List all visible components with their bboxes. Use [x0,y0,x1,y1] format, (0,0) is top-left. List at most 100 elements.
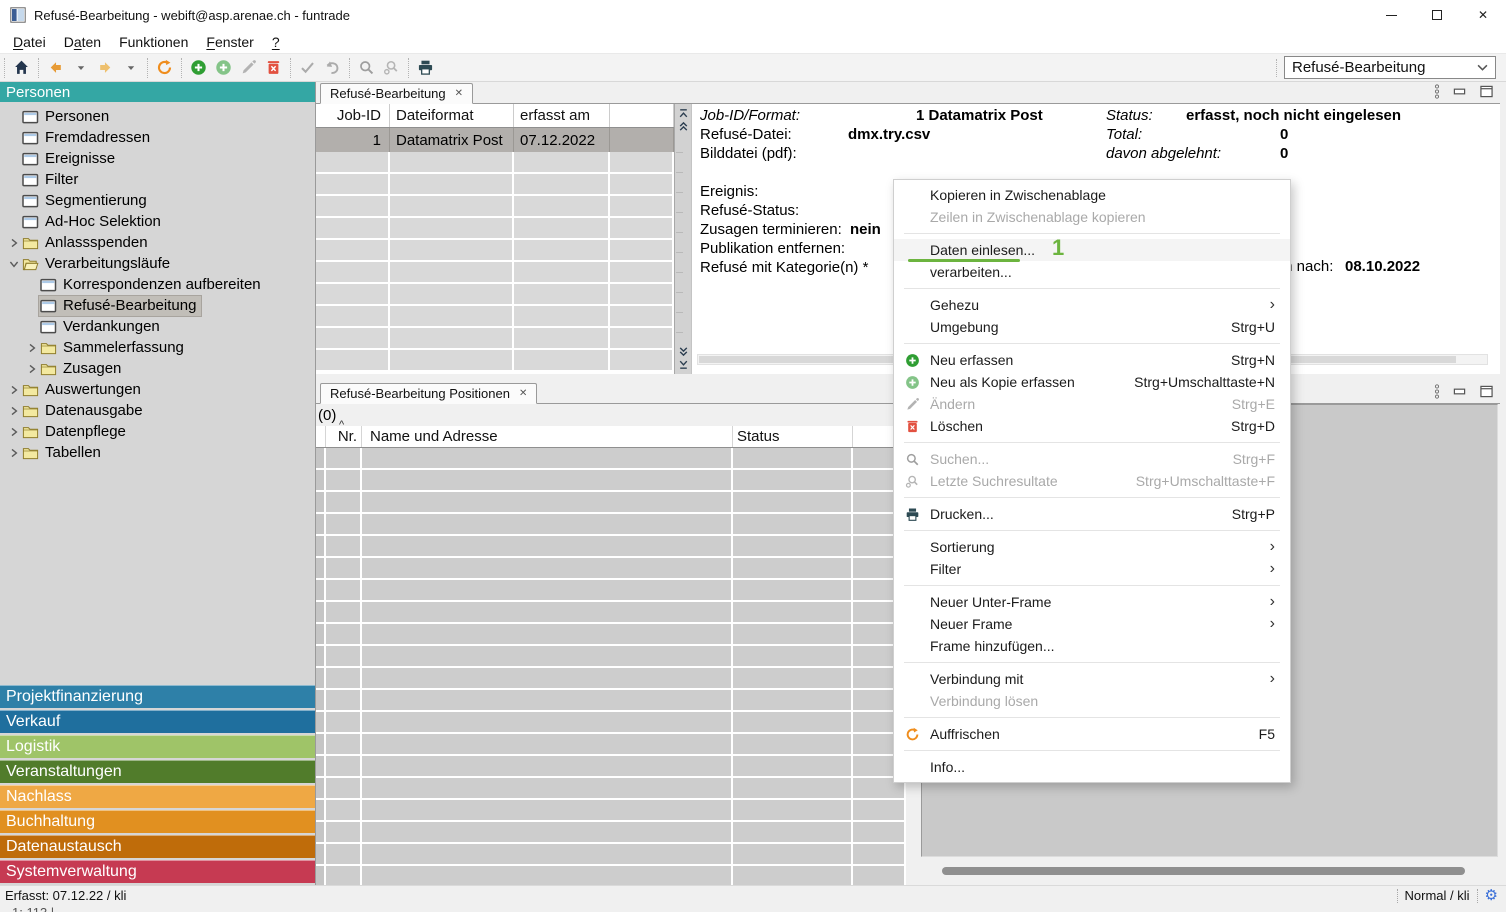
menu-item-neuer-frame[interactable]: Neuer Frame› [894,613,1290,635]
table-row-selected[interactable]: 1Datamatrix Post07.12.2022 [316,128,674,152]
new-button[interactable] [186,56,211,80]
menu-item-drucken[interactable]: Drucken...Strg+P [894,503,1290,525]
tab-refuse-bearbeitung-positionen[interactable]: Refusé-Bearbeitung Positionen ✕ [320,383,537,404]
menu-item-l-schen[interactable]: LöschenStrg+D [894,415,1290,437]
menu-item[interactable]: ? [263,32,289,52]
sidebar-section-personen[interactable]: Personen [0,82,315,102]
column-header-job-id[interactable]: Job-ID [316,104,390,127]
tree-item-fremdadressen[interactable]: Fremdadressen [0,127,315,148]
tree-item-personen[interactable]: Personen [0,106,315,127]
tree-item-segmentierung[interactable]: Segmentierung [0,190,315,211]
delete-button[interactable] [261,56,286,80]
panel-maximize-icon[interactable] [1479,85,1494,98]
new-copy-button[interactable] [211,56,236,80]
menu-daten[interactable]: Daten [55,32,110,52]
scroll-top-icon[interactable] [678,107,689,120]
tree-item-ad-hoc-selektion[interactable]: Ad-Hoc Selektion [0,211,315,232]
menu-item-umgebung[interactable]: UmgebungStrg+U [894,316,1290,338]
tree-item-filter[interactable]: Filter [0,169,315,190]
back-button[interactable] [43,56,68,80]
scroll-bottom-icon[interactable] [678,358,689,371]
last-search-button[interactable] [379,56,404,80]
panel-maximize-icon[interactable] [1479,385,1494,398]
column-header-erfasst-am[interactable]: erfasst am [514,104,610,127]
tree-item-ereignisse[interactable]: Ereignisse [0,148,315,169]
menu-funktionen[interactable]: Funktionen [110,32,197,52]
minimize-button[interactable] [1368,0,1414,30]
menu-item-info[interactable]: Info... [894,756,1290,778]
chevron-right-icon[interactable] [6,406,21,416]
close-icon[interactable]: ✕ [519,388,527,399]
section-systemverwaltung[interactable]: Systemverwaltung [0,860,315,883]
menu-item-neuer-unter-frame[interactable]: Neuer Unter-Frame› [894,591,1290,613]
forward-button[interactable] [93,56,118,80]
refresh-button[interactable] [152,56,177,80]
positions-hscrollbar[interactable] [931,867,1482,877]
menu-item-gehezu[interactable]: Gehezu› [894,294,1290,316]
tree-item-anlassspenden[interactable]: Anlassspenden [0,232,315,253]
section-projektfinanzierung[interactable]: Projektfinanzierung [0,685,315,708]
page-down-icon[interactable] [678,345,689,358]
menu-item-kopieren-in-zwischenablage[interactable]: Kopieren in Zwischenablage [894,184,1290,206]
tree-item-verdankungen[interactable]: Verdankungen [0,316,315,337]
panel-minimize-icon[interactable] [1452,385,1467,398]
context-selector[interactable]: Refusé-Bearbeitung [1284,56,1496,79]
panel-minimize-icon[interactable] [1452,85,1467,98]
section-veranstaltungen[interactable]: Veranstaltungen [0,760,315,783]
menu-item-frame-hinzuf-gen[interactable]: Frame hinzufügen... [894,635,1290,657]
menu-item-filter[interactable]: Filter› [894,558,1290,580]
tree-item-zusagen[interactable]: Zusagen [0,358,315,379]
section-logistik[interactable]: Logistik [0,735,315,758]
close-button[interactable]: ✕ [1460,0,1506,30]
tree-item-korrespondenzen-aufbereiten[interactable]: Korrespondenzen aufbereiten [0,274,315,295]
chevron-down-icon[interactable] [6,260,21,268]
tree-item-verarbeitungsl-ufe[interactable]: Verarbeitungsläufe [0,253,315,274]
undo-button[interactable] [320,56,345,80]
forward-dropdown-button[interactable] [118,56,143,80]
chevron-right-icon[interactable] [6,427,21,437]
back-dropdown-button[interactable] [68,56,93,80]
chevron-right-icon[interactable] [6,448,21,458]
menu-datei[interactable]: Datei [4,32,55,52]
maximize-button[interactable] [1414,0,1460,30]
confirm-button[interactable] [295,56,320,80]
section-nachlass[interactable]: Nachlass [0,785,315,808]
tree-item-datenausgabe[interactable]: Datenausgabe [0,400,315,421]
panel-menu-icon[interactable] [1434,384,1440,399]
tree-item-datenpflege[interactable]: Datenpflege [0,421,315,442]
menu-item-auffrischen[interactable]: AuffrischenF5 [894,723,1290,745]
tree-item-auswertungen[interactable]: Auswertungen [0,379,315,400]
column-header-dateiformat[interactable]: Dateiformat [390,104,514,127]
tree-item-sammelerfassung[interactable]: Sammelerfassung [0,337,315,358]
menu-item-verarbeiten[interactable]: verarbeiten... [894,261,1290,283]
edit-button[interactable] [236,56,261,80]
tree-item-tabellen[interactable]: Tabellen [0,442,315,463]
panel-menu-icon[interactable] [1434,84,1440,99]
tab-refuse-bearbeitung[interactable]: Refusé-Bearbeitung ✕ [320,83,473,104]
jobs-scrollbar[interactable] [674,104,691,374]
menu-fenster[interactable]: Fenster [197,32,262,52]
menu-item-sortierung[interactable]: Sortierung› [894,536,1290,558]
close-icon[interactable]: ✕ [455,88,463,99]
print-button[interactable] [413,56,438,80]
chevron-right-icon[interactable] [6,385,21,395]
column-header-nr[interactable]: Nr.^ [326,426,362,447]
section-datenaustausch[interactable]: Datenaustausch [0,835,315,858]
column-header-status[interactable]: Status [733,426,853,447]
menu-item-daten-einlesen[interactable]: Daten einlesen...1 [894,239,1290,261]
column-header-name-und-adresse[interactable]: Name und Adresse [362,426,733,447]
menu-item-neu-erfassen[interactable]: Neu erfassenStrg+N [894,349,1290,371]
chevron-right-icon[interactable] [6,238,21,248]
search-button[interactable] [354,56,379,80]
home-button[interactable] [9,56,34,80]
section-verkauf[interactable]: Verkauf [0,710,315,733]
menu-item-neu-als-kopie-erfassen[interactable]: Neu als Kopie erfassenStrg+Umschalttaste… [894,371,1290,393]
tree-item-refus-bearbeitung[interactable]: Refusé-Bearbeitung [0,295,315,316]
scrollbar-thumb[interactable] [942,867,1465,875]
menu-item-verbindung-mit[interactable]: Verbindung mit› [894,668,1290,690]
section-buchhaltung[interactable]: Buchhaltung [0,810,315,833]
chevron-right-icon[interactable] [24,343,39,353]
chevron-right-icon[interactable] [24,364,39,374]
page-up-icon[interactable] [678,120,689,133]
gear-icon[interactable]: ⚙ [1485,888,1498,903]
